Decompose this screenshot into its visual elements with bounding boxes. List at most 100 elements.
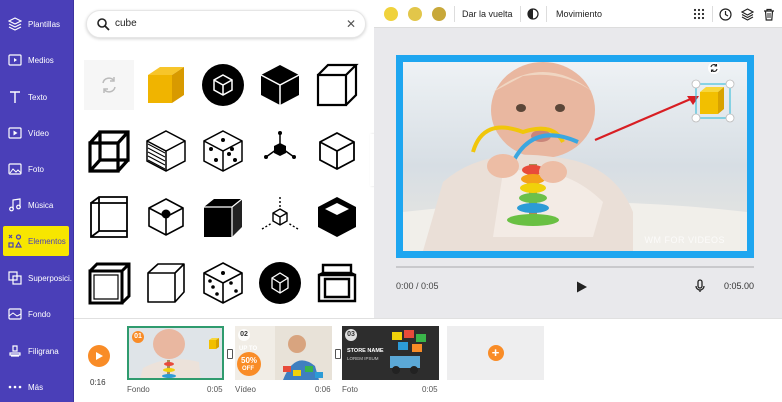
cube-in-circle-icon[interactable] xyxy=(198,60,248,110)
rotate-handle-icon[interactable] xyxy=(707,61,721,75)
clip-label: Fondo xyxy=(127,385,150,394)
box-frame-icon[interactable] xyxy=(84,192,134,242)
sidebar-item-label: Texto xyxy=(28,92,48,102)
flip-button[interactable]: Dar la vuelta xyxy=(462,9,513,19)
sidebar-item-medios[interactable]: Medios xyxy=(0,42,74,78)
sidebar-item-label: Vídeo xyxy=(28,128,49,138)
sidebar-item-label: Fondo xyxy=(28,309,51,319)
watermark-text: WM FOR VIDEOS xyxy=(644,235,725,245)
sidebar-item-plantillas[interactable]: Plantillas xyxy=(0,6,74,42)
text-icon xyxy=(8,90,22,104)
clip-store-name: STORE NAME xyxy=(347,348,384,354)
close-icon[interactable]: ✕ xyxy=(346,17,356,31)
dice-cube-icon[interactable] xyxy=(198,126,248,176)
sidebar-item-label: Música xyxy=(28,200,54,210)
watermark-icon xyxy=(8,344,22,358)
clip-number: 02 xyxy=(238,329,250,341)
background-icon xyxy=(8,307,22,321)
search-box[interactable]: cube ✕ xyxy=(86,10,366,38)
clip-label: Vídeo xyxy=(235,385,256,394)
cube-axes-icon[interactable] xyxy=(255,126,305,176)
color-swatch-2[interactable] xyxy=(408,7,422,21)
black-top-cube-icon[interactable] xyxy=(312,192,362,242)
transition-icon[interactable] xyxy=(335,349,341,359)
sidebar-item-label: Plantillas xyxy=(28,19,61,29)
media-folder-icon xyxy=(8,53,22,67)
clip-store-subtitle: LOREM IPSUM xyxy=(347,356,379,361)
timeline-clip-video[interactable]: 02 UP TO 50% OFF xyxy=(235,326,332,380)
sidebar-item-elementos[interactable]: Elementos xyxy=(3,226,69,256)
elements-panel: cube ✕ xyxy=(74,0,374,318)
wireframe-cube-icon[interactable] xyxy=(84,126,134,176)
sidebar-item-label: Filigrana xyxy=(28,346,59,356)
sidebar-item-fondo[interactable]: Fondo xyxy=(0,296,74,332)
dotted-dice-icon[interactable] xyxy=(198,258,248,308)
sidebar-item-video[interactable]: Vídeo xyxy=(0,115,74,151)
sidebar-item-superposicion[interactable]: Superposici... xyxy=(0,260,74,296)
clip-number: 01 xyxy=(132,331,144,343)
clip-duration: 0:05 xyxy=(207,385,223,394)
total-time: 0:16 xyxy=(90,378,106,387)
loading-spinner-icon[interactable] xyxy=(84,60,134,110)
sidebar-item-musica[interactable]: Música xyxy=(0,187,74,223)
sidebar-item-filigrana[interactable]: Filigrana xyxy=(0,333,74,369)
play-all-button[interactable] xyxy=(88,345,110,367)
layers-stack-icon[interactable] xyxy=(740,7,754,21)
sidebar-item-texto[interactable]: Texto xyxy=(0,79,74,115)
timeline-clip-fondo[interactable]: 01 xyxy=(127,326,224,380)
clip-number: 03 xyxy=(345,329,357,341)
trash-icon[interactable] xyxy=(762,7,776,21)
rounded-cube-icon[interactable] xyxy=(141,258,191,308)
grid-icon[interactable] xyxy=(692,7,706,21)
layers-icon xyxy=(8,17,22,31)
clip-promo-text-1: UP TO xyxy=(239,346,258,352)
baby-photo[interactable]: WM FOR VIDEOS xyxy=(403,62,747,251)
top-toolbar: Dar la vuelta Movimiento xyxy=(374,0,782,28)
solid-cube-icon[interactable] xyxy=(255,60,305,110)
sidebar-item-label: Medios xyxy=(28,55,54,65)
timeline-clip-foto[interactable]: 03 STORE NAME LOREM IPSUM xyxy=(342,326,439,380)
search-icon xyxy=(96,17,110,31)
outline-cube-icon[interactable] xyxy=(312,60,362,110)
clip-duration: 0:06 xyxy=(315,385,331,394)
more-dots-icon xyxy=(8,380,22,394)
circle-cube-icon[interactable] xyxy=(255,258,305,308)
toolbar-divider xyxy=(520,6,521,22)
overlay-icon xyxy=(8,271,22,285)
elements-icon xyxy=(8,234,22,248)
sidebar-item-mas[interactable]: Más xyxy=(0,369,74,402)
hatched-cube-icon[interactable] xyxy=(141,126,191,176)
yellow-cube-icon[interactable] xyxy=(141,60,191,110)
playback-progress-bar[interactable] xyxy=(396,266,754,268)
open-box-icon[interactable] xyxy=(141,192,191,242)
sidebar-item-foto[interactable]: Foto xyxy=(0,151,74,187)
microphone-icon[interactable] xyxy=(693,279,707,293)
sidebar-item-label: Superposici... xyxy=(28,273,72,283)
cube-stand-icon[interactable] xyxy=(312,258,362,308)
double-line-cube-icon[interactable] xyxy=(84,258,134,308)
add-clip-button[interactable]: + xyxy=(447,326,544,380)
clip-duration: 0:05 xyxy=(422,385,438,394)
play-icon[interactable] xyxy=(574,280,588,294)
dark-cube-icon[interactable] xyxy=(198,192,248,242)
toolbar-divider xyxy=(546,6,547,22)
clock-icon[interactable] xyxy=(718,7,732,21)
plus-icon: + xyxy=(487,345,504,361)
sidebar-item-label: Foto xyxy=(28,164,45,174)
motion-button[interactable]: Movimiento xyxy=(556,9,602,19)
contrast-icon[interactable] xyxy=(526,7,540,21)
dashed-cube-icon[interactable] xyxy=(255,192,305,242)
search-input[interactable]: cube xyxy=(115,18,137,29)
clip-promo-text-2: 50% xyxy=(241,356,258,365)
duration-time: 0:05.00 xyxy=(724,281,755,291)
sidebar-item-label: Más xyxy=(28,382,44,392)
video-canvas[interactable]: WM FOR VIDEOS xyxy=(396,55,754,258)
video-icon xyxy=(8,126,22,140)
thin-outline-cube-icon[interactable] xyxy=(312,126,362,176)
photo-icon xyxy=(8,162,22,176)
music-icon xyxy=(8,198,22,212)
toolbar-divider xyxy=(454,6,455,22)
color-swatch-1[interactable] xyxy=(384,7,398,21)
transition-icon[interactable] xyxy=(227,349,233,359)
color-swatch-3[interactable] xyxy=(432,7,446,21)
